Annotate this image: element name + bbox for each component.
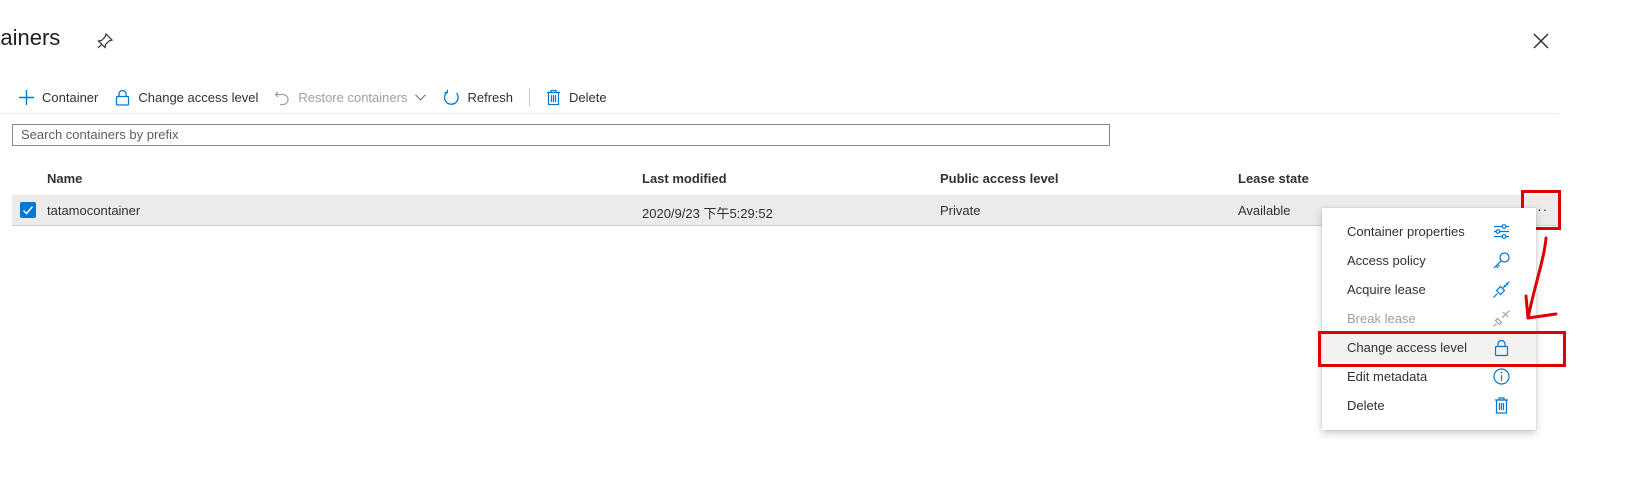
plug-icon: [1493, 281, 1510, 298]
context-menu: Container properties Access policy Acqui…: [1322, 208, 1536, 430]
column-header-lease-state[interactable]: Lease state: [1238, 171, 1309, 186]
annotation-highlight-change-access-level: [1318, 331, 1566, 367]
sliders-icon: [1494, 224, 1509, 239]
search-input[interactable]: [12, 124, 1110, 146]
menu-item-access-policy[interactable]: Access policy: [1322, 246, 1536, 275]
close-icon[interactable]: [1531, 31, 1551, 51]
menu-item-label: Acquire lease: [1347, 282, 1426, 297]
last-modified: 2020/9/23 下午5:29:52: [642, 206, 773, 221]
key-icon: [1493, 252, 1510, 269]
restore-containers-label: Restore containers: [298, 89, 408, 105]
pin-icon[interactable]: [96, 32, 114, 50]
toolbar-divider-line: [0, 113, 1558, 114]
change-access-level-button[interactable]: Change access level: [114, 89, 258, 106]
change-access-level-label: Change access level: [138, 89, 259, 105]
column-header-last-modified[interactable]: Last modified: [642, 171, 727, 186]
annotation-arrow: [1524, 236, 1558, 320]
restore-containers-button[interactable]: Restore containers: [274, 89, 427, 106]
trash-icon: [1495, 397, 1508, 414]
menu-item-label: Delete: [1347, 398, 1385, 413]
plus-icon: [19, 89, 34, 105]
menu-item-container-properties[interactable]: Container properties: [1322, 217, 1536, 246]
menu-item-label: Break lease: [1347, 311, 1416, 326]
toolbar: Container Change access level Restore co…: [18, 85, 623, 109]
row-checkbox[interactable]: [20, 202, 36, 218]
lease-state: Available: [1238, 203, 1291, 218]
delete-button[interactable]: Delete: [545, 89, 607, 106]
chevron-down-icon: [415, 93, 427, 100]
menu-item-label: Edit metadata: [1347, 369, 1428, 384]
toolbar-divider: [529, 88, 530, 106]
delete-label: Delete: [569, 89, 607, 105]
menu-item-label: Access policy: [1347, 253, 1426, 268]
menu-item-acquire-lease[interactable]: Acquire lease: [1322, 275, 1536, 304]
refresh-button[interactable]: Refresh: [443, 89, 513, 106]
menu-item-label: Container properties: [1347, 224, 1465, 239]
trash-icon: [547, 89, 560, 105]
menu-item-delete[interactable]: Delete: [1322, 391, 1536, 420]
lock-icon: [116, 89, 130, 106]
add-container-button[interactable]: Container: [18, 89, 98, 106]
checkmark-icon: [22, 206, 34, 215]
menu-item-break-lease[interactable]: Break lease: [1322, 304, 1536, 333]
add-container-label: Container: [42, 89, 99, 105]
column-header-public-access[interactable]: Public access level: [940, 171, 1059, 186]
column-header-name[interactable]: Name: [47, 171, 82, 186]
page-title: ntainers: [0, 25, 61, 50]
container-name[interactable]: tatamocontainer: [47, 203, 140, 218]
unplug-icon: [1493, 310, 1510, 327]
refresh-icon: [444, 89, 460, 105]
refresh-label: Refresh: [467, 89, 513, 105]
info-icon: [1493, 368, 1510, 385]
undo-icon: [274, 91, 289, 105]
public-access-level: Private: [940, 203, 981, 218]
